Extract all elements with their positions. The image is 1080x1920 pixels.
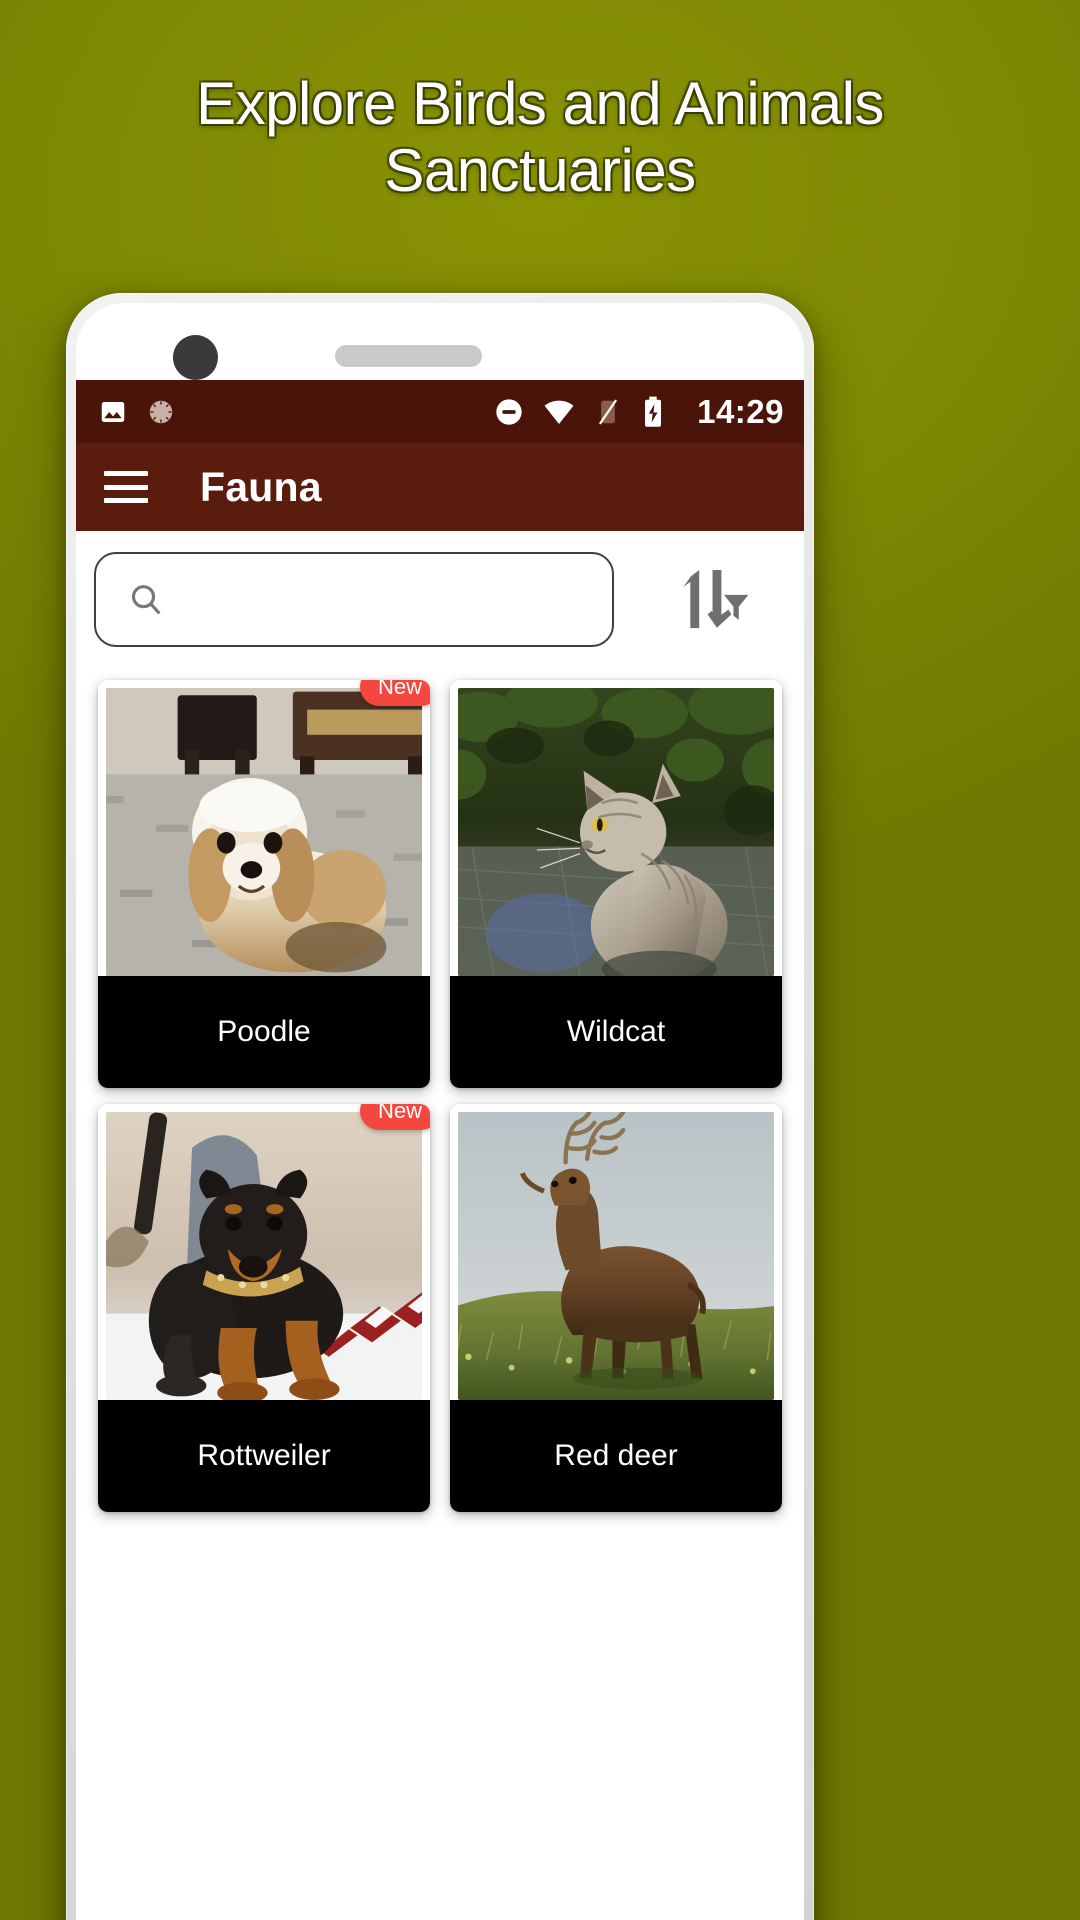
front-camera-icon [173, 335, 218, 380]
image-icon [98, 397, 128, 427]
wifi-icon [542, 395, 576, 429]
card-title: Red deer [450, 1400, 782, 1512]
sort-filter-icon [677, 568, 751, 632]
card-image-wrap [450, 1104, 782, 1400]
animal-card[interactable]: New [98, 1104, 430, 1512]
card-image-wrap: New [98, 1104, 430, 1400]
animal-card[interactable]: New [98, 680, 430, 1088]
status-bar-left-icons [98, 397, 176, 427]
do-not-disturb-icon [493, 396, 525, 428]
status-badge: New [359, 1104, 430, 1130]
phone-mockup: 14:29 Fauna New Poodle Wildcat New Rottw… [66, 293, 814, 1920]
phone-hardware-bar [76, 303, 804, 380]
phone-screen: 14:29 Fauna New Poodle Wildcat New Rottw… [76, 303, 804, 1920]
app-bar-title: Fauna [200, 463, 322, 510]
card-title: Poodle [98, 976, 430, 1088]
status-badge: New [359, 680, 430, 706]
animal-card[interactable]: Wildcat [450, 680, 782, 1088]
status-bar-right-icons: 14:29 [493, 395, 784, 429]
promo-headline: Explore Birds and Animals Sanctuaries [196, 70, 884, 205]
hamburger-menu-icon[interactable] [104, 471, 148, 503]
search-field[interactable] [94, 552, 614, 647]
battery-charging-icon [640, 396, 666, 428]
wildcat-photo [458, 688, 774, 976]
animal-card[interactable]: Red deer [450, 1104, 782, 1512]
earpiece-speaker [335, 345, 482, 367]
card-title: Wildcat [450, 976, 782, 1088]
card-title: Rottweiler [98, 1400, 430, 1512]
animal-card-grid: New Poodle Wildcat New Rottweiler Red de… [76, 666, 804, 1512]
search-row [76, 531, 804, 666]
loading-spinner-icon [146, 397, 176, 427]
rottweiler-photo [106, 1112, 422, 1400]
app-bar: Fauna [76, 443, 804, 531]
card-image-wrap: New [98, 680, 430, 976]
status-bar: 14:29 [76, 380, 804, 443]
card-image-wrap [450, 680, 782, 976]
search-input[interactable] [182, 584, 562, 615]
sort-filter-button[interactable] [666, 557, 762, 643]
signal-off-icon [593, 397, 623, 427]
search-icon [126, 580, 166, 620]
poodle-photo [106, 688, 422, 976]
status-bar-clock: 14:29 [697, 393, 784, 430]
red-deer-photo [458, 1112, 774, 1400]
